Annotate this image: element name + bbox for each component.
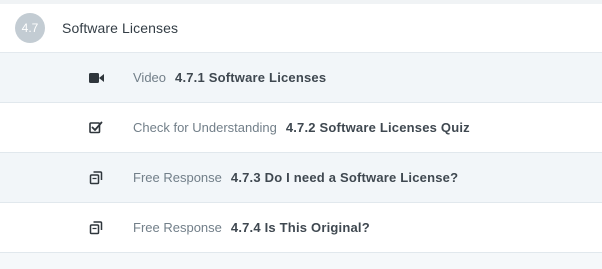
activity-title-link[interactable]: 4.7.1 Software Licenses <box>175 70 326 85</box>
activity-type-label: Free Response <box>133 220 222 235</box>
lesson-page: 4.7 Software Licenses Video 4.7.1 Softwa… <box>0 0 602 269</box>
activity-type-label: Free Response <box>133 170 222 185</box>
activity-title-link[interactable]: 4.7.2 Software Licenses Quiz <box>286 120 470 135</box>
activity-row-free-response[interactable]: Free Response 4.7.4 Is This Original? <box>0 203 602 253</box>
activity-title-link[interactable]: 4.7.4 Is This Original? <box>231 220 370 235</box>
copy-pages-icon <box>89 220 103 235</box>
section-title: Software Licenses <box>62 20 179 36</box>
activity-row-quiz[interactable]: Check for Understanding 4.7.2 Software L… <box>0 103 602 153</box>
activity-type-label: Check for Understanding <box>133 120 277 135</box>
activity-title-link[interactable]: 4.7.3 Do I need a Software License? <box>231 170 458 185</box>
section-number-badge: 4.7 <box>15 13 45 43</box>
activity-row-video[interactable]: Video 4.7.1 Software Licenses <box>0 53 602 103</box>
section-header[interactable]: 4.7 Software Licenses <box>0 4 602 53</box>
copy-pages-icon <box>89 170 103 185</box>
activity-list: Video 4.7.1 Software Licenses Check for … <box>0 53 602 253</box>
video-camera-icon <box>89 72 105 84</box>
activity-row-free-response[interactable]: Free Response 4.7.3 Do I need a Software… <box>0 153 602 203</box>
checkbox-icon <box>89 121 103 134</box>
activity-type-label: Video <box>133 70 167 85</box>
